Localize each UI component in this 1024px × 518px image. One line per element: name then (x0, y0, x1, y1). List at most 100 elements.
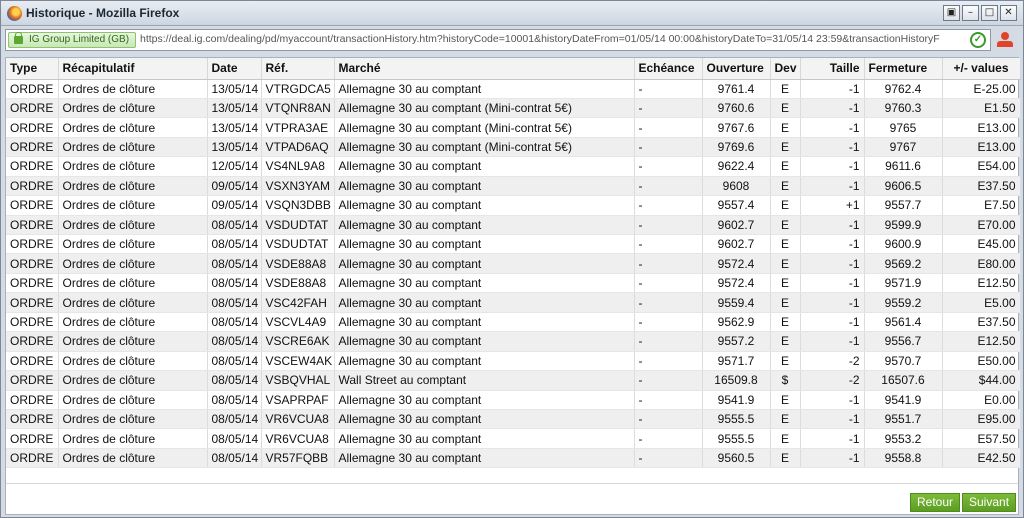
column-header[interactable]: Ouverture (702, 58, 771, 80)
table-cell: 08/05/14 (207, 215, 262, 236)
table-cell: 9571.7 (702, 351, 771, 372)
table-row[interactable]: ORDRE Ordres de clôture 08/05/14 VSDE88A8 Al… (6, 253, 1021, 274)
browser-window: Historique - Mozilla Firefox ▣ – □ ✕ IG … (0, 0, 1024, 518)
column-header[interactable]: Réf. (261, 58, 335, 80)
firefox-icon (7, 6, 22, 21)
table-cell: E (770, 331, 801, 352)
table-row[interactable]: ORDRE Ordres de clôture 13/05/14 VTPAD6AQ Al… (6, 137, 1021, 158)
table-row[interactable]: ORDRE Ordres de clôture 08/05/14 VSCRE6AK Al… (6, 331, 1021, 352)
table-row[interactable]: ORDRE Ordres de clôture 13/05/14 VTPRA3AE Al… (6, 117, 1021, 138)
table-cell: E57.50 (942, 428, 1021, 449)
table-cell: 08/05/14 (207, 253, 262, 274)
table-cell: Ordres de clôture (58, 390, 208, 410)
table-cell: +1 (800, 195, 865, 216)
table-cell: - (634, 409, 703, 430)
user-icon[interactable] (995, 31, 1015, 49)
site-identity-badge[interactable]: IG Group Limited (GB) (8, 32, 137, 48)
table-cell: - (634, 331, 703, 352)
url-bar[interactable]: IG Group Limited (GB) https://deal.ig.co… (5, 29, 991, 51)
table-cell: -1 (800, 234, 865, 255)
table-row[interactable]: ORDRE Ordres de clôture 08/05/14 VSCEW4AK Al… (6, 351, 1021, 372)
table-cell: $ (770, 370, 801, 391)
table-cell: - (634, 98, 703, 119)
table-row[interactable]: ORDRE Ordres de clôture 12/05/14 VS4NL9A8 Al… (6, 156, 1021, 177)
table-cell: ORDRE (6, 195, 59, 216)
table-cell: -1 (800, 253, 865, 274)
table-row[interactable]: ORDRE Ordres de clôture 08/05/14 VSBQVHAL Wa… (6, 370, 1021, 391)
table-cell: E13.00 (942, 137, 1021, 158)
column-header[interactable]: +/- values (942, 58, 1021, 80)
table-cell: ORDRE (6, 79, 59, 99)
table-cell: E1.50 (942, 98, 1021, 119)
close-button[interactable]: ✕ (1000, 5, 1017, 21)
table-cell: -1 (800, 273, 865, 294)
table-cell: E37.50 (942, 176, 1021, 197)
restore-tab-icon[interactable]: ▣ (943, 5, 960, 21)
table-row[interactable]: ORDRE Ordres de clôture 08/05/14 VSC42FAH Al… (6, 292, 1021, 313)
table-cell: E50.00 (942, 351, 1021, 372)
table-cell: 9600.9 (864, 234, 943, 255)
table-cell: 08/05/14 (207, 409, 262, 430)
table-row[interactable]: ORDRE Ordres de clôture 08/05/14 VSCVL4A9 Al… (6, 312, 1021, 333)
table-cell: 08/05/14 (207, 292, 262, 313)
table-row[interactable]: ORDRE Ordres de clôture 08/05/14 VR6VCUA8 Al… (6, 409, 1021, 430)
column-header[interactable]: Fermeture (864, 58, 943, 80)
suivant-button[interactable]: Suivant (962, 493, 1017, 512)
table-cell: - (634, 79, 703, 99)
check-icon[interactable]: ✓ (970, 32, 986, 48)
maximize-button[interactable]: □ (981, 5, 998, 21)
table-cell: Ordres de clôture (58, 137, 208, 158)
table-cell: Allemagne 30 au comptant (334, 79, 635, 99)
table-cell: VSCVL4A9 (261, 312, 335, 333)
column-header[interactable]: Récapitulatif (58, 58, 208, 80)
table-cell: 9551.7 (864, 409, 943, 430)
table-row[interactable]: ORDRE Ordres de clôture 09/05/14 VSQN3DBB Al… (6, 195, 1021, 216)
column-header[interactable]: Taille (800, 58, 865, 80)
table-row[interactable]: ORDRE Ordres de clôture 08/05/14 VSAPRPAF Al… (6, 390, 1021, 410)
table-cell: Ordres de clôture (58, 409, 208, 430)
table-cell: 08/05/14 (207, 273, 262, 294)
retour-button[interactable]: Retour (910, 493, 961, 512)
column-header[interactable]: Type (6, 58, 59, 80)
table-row[interactable]: ORDRE Ordres de clôture 08/05/14 VSDUDTAT Al… (6, 234, 1021, 255)
column-header[interactable]: Dev (770, 58, 801, 80)
table-cell: E (770, 195, 801, 216)
table-cell: Ordres de clôture (58, 215, 208, 236)
table-cell: VTQNR8AN (261, 98, 335, 119)
table-cell: Allemagne 30 au comptant (Mini-contrat 5… (334, 98, 635, 119)
column-header[interactable]: Echéance (634, 58, 703, 80)
table-cell: Allemagne 30 au comptant (334, 409, 635, 430)
table-cell: ORDRE (6, 98, 59, 119)
table-cell: Allemagne 30 au comptant (334, 331, 635, 352)
table-cell: -1 (800, 292, 865, 313)
table-cell: -1 (800, 176, 865, 197)
table-cell: Ordres de clôture (58, 273, 208, 294)
table-cell: 9611.6 (864, 156, 943, 177)
table-cell: -1 (800, 390, 865, 410)
table-cell: 9561.4 (864, 312, 943, 333)
table-cell: 09/05/14 (207, 195, 262, 216)
column-header[interactable]: Date (207, 58, 262, 80)
table-cell: Allemagne 30 au comptant (334, 215, 635, 236)
table-cell: -1 (800, 448, 865, 469)
table-cell: ORDRE (6, 234, 59, 255)
table-row[interactable]: ORDRE Ordres de clôture 08/05/14 VSDUDTAT Al… (6, 215, 1021, 236)
table-row[interactable]: ORDRE Ordres de clôture 13/05/14 VTRGDCA5 Al… (6, 79, 1021, 99)
table-row[interactable]: ORDRE Ordres de clôture 09/05/14 VSXN3YAM Al… (6, 176, 1021, 197)
table-cell: VSQN3DBB (261, 195, 335, 216)
title-bar: Historique - Mozilla Firefox ▣ – □ ✕ (1, 1, 1023, 26)
table-cell: - (634, 215, 703, 236)
table-cell: 9602.7 (702, 215, 771, 236)
table-row[interactable]: ORDRE Ordres de clôture 13/05/14 VTQNR8AN Al… (6, 98, 1021, 119)
minimize-button[interactable]: – (962, 5, 979, 21)
table-row[interactable]: ORDRE Ordres de clôture 08/05/14 VR57FQBB Al… (6, 448, 1021, 469)
column-header[interactable]: Marché (334, 58, 635, 80)
table-cell: - (634, 370, 703, 391)
table-cell: E (770, 156, 801, 177)
url-text[interactable]: https://deal.ig.com/dealing/pd/myaccount… (140, 33, 966, 48)
table-cell: E (770, 137, 801, 158)
table-row[interactable]: ORDRE Ordres de clôture 08/05/14 VR6VCUA8 Al… (6, 428, 1021, 449)
table-cell: 13/05/14 (207, 137, 262, 158)
table-cell: - (634, 234, 703, 255)
table-row[interactable]: ORDRE Ordres de clôture 08/05/14 VSDE88A8 Al… (6, 273, 1021, 294)
